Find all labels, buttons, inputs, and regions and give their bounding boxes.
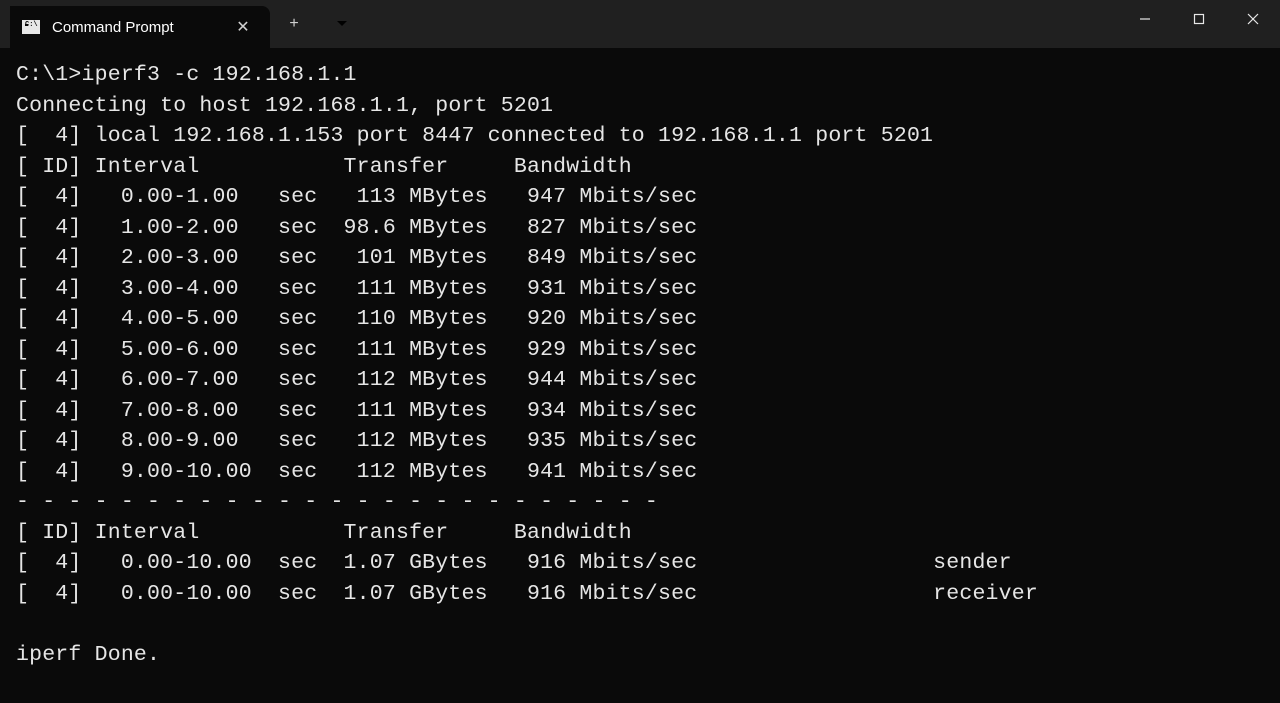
- close-button[interactable]: [1226, 0, 1280, 38]
- chevron-down-icon: [336, 20, 348, 28]
- titlebar-extra-buttons: +: [270, 0, 366, 48]
- tab-title: Command Prompt: [52, 19, 220, 36]
- minimize-button[interactable]: [1118, 0, 1172, 38]
- active-tab[interactable]: Command Prompt ✕: [10, 6, 270, 48]
- titlebar: Command Prompt ✕ +: [0, 0, 1280, 48]
- maximize-icon: [1193, 13, 1205, 25]
- terminal-output[interactable]: C:\1>iperf3 -c 192.168.1.1 Connecting to…: [0, 48, 1280, 670]
- cmd-icon: [22, 20, 40, 34]
- titlebar-drag-region[interactable]: [366, 0, 1118, 48]
- maximize-button[interactable]: [1172, 0, 1226, 38]
- new-tab-button[interactable]: +: [270, 4, 318, 44]
- window-controls: [1118, 0, 1280, 48]
- tab-dropdown-button[interactable]: [318, 4, 366, 44]
- tab-close-button[interactable]: ✕: [232, 16, 254, 38]
- minimize-icon: [1139, 13, 1151, 25]
- close-icon: [1247, 13, 1259, 25]
